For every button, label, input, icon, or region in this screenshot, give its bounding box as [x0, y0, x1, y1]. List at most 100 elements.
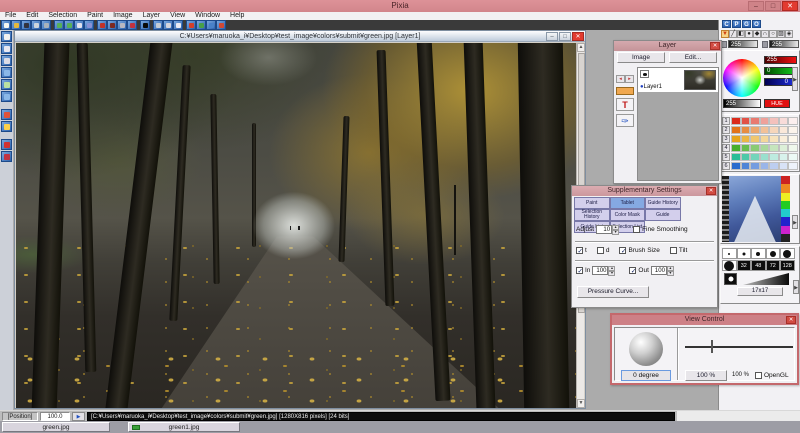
layer-panel-titlebar[interactable]: Layer ✕	[614, 41, 721, 51]
zoom-slider[interactable]	[685, 346, 793, 348]
palette-swatch[interactable]	[769, 135, 779, 143]
scroll-up-arrow[interactable]: ▲	[577, 43, 585, 52]
palette-swatch[interactable]	[741, 162, 751, 170]
pressure-curve-button[interactable]: Pressure Curve...	[577, 286, 649, 298]
in-spinner[interactable]: 100 ▲▼	[592, 266, 615, 275]
pen2-tool-icon[interactable]	[1, 55, 12, 66]
palette-row-button-2[interactable]: 2	[722, 126, 730, 134]
palette-swatch[interactable]	[788, 117, 798, 125]
move-tool-icon[interactable]	[1, 109, 12, 120]
mode-button-g[interactable]: G	[742, 20, 751, 28]
adjust-spinner[interactable]: 10 ▲▼	[596, 225, 619, 234]
layer-panel-close-icon[interactable]: ✕	[710, 42, 720, 50]
tab-paint[interactable]: Paint	[574, 197, 610, 209]
palette-swatch[interactable]	[769, 126, 779, 134]
toolbar-new-file-icon[interactable]	[1, 20, 11, 30]
canvas-close-button[interactable]: ✕	[572, 32, 584, 41]
menu-layer[interactable]: Layer	[138, 12, 166, 20]
palette-swatch[interactable]	[731, 126, 741, 134]
menu-file[interactable]: File	[0, 12, 21, 20]
toolbar-current-color-icon[interactable]	[140, 20, 150, 30]
palette-row-button-3[interactable]: 3	[722, 135, 730, 143]
toolbar-airbrush-icon[interactable]	[127, 20, 137, 30]
palette-swatch[interactable]	[750, 162, 760, 170]
opacity-wedge[interactable]	[743, 273, 789, 285]
brush-size-button[interactable]	[780, 248, 795, 259]
red-slider[interactable]: 255	[764, 56, 797, 64]
palette-swatch[interactable]	[760, 162, 770, 170]
brush-size-button[interactable]	[751, 248, 766, 259]
toolbar-panel-toggle-icon[interactable]	[153, 20, 163, 30]
canvas-image[interactable]	[16, 43, 577, 408]
tab-selection-history[interactable]: Selection History	[574, 209, 610, 221]
rect-tool-icon[interactable]	[1, 91, 12, 102]
navigator-thumbnail[interactable]	[729, 176, 781, 242]
palette-swatch[interactable]	[760, 126, 770, 134]
palette-swatch[interactable]	[750, 144, 760, 152]
fill-tool-icon[interactable]: ▼	[721, 30, 729, 38]
d-checkbox[interactable]: d	[597, 247, 610, 254]
toolbar-layer-tool-icon[interactable]	[163, 20, 173, 30]
toolbar-copy-page-icon[interactable]	[74, 20, 84, 30]
brush-size-button-72[interactable]: 72	[766, 260, 781, 271]
toolbar-scanner-icon[interactable]	[41, 20, 51, 30]
in-spin-arrows[interactable]: ▲▼	[608, 266, 615, 275]
layer-up-button[interactable]: ◂	[616, 75, 625, 83]
palette-swatch[interactable]	[779, 135, 789, 143]
toolbar-red-pin-icon[interactable]	[97, 20, 107, 30]
tab-color-mask[interactable]: Color Mask	[610, 209, 646, 221]
menu-paint[interactable]: Paint	[82, 12, 108, 20]
brush-size-button-128[interactable]: 128	[780, 260, 795, 271]
palette-swatch[interactable]	[769, 117, 779, 125]
palette-row-button-4[interactable]: 4	[722, 144, 730, 152]
arc-tool-icon[interactable]: ∩	[761, 30, 769, 38]
fine-smoothing-checkbox[interactable]: Fine Smoothing	[633, 226, 688, 233]
brush-grid-button[interactable]: 17x17	[737, 287, 783, 296]
toolbar-undo-icon[interactable]	[54, 20, 64, 30]
palette-swatch[interactable]	[731, 144, 741, 152]
tab-guide-history[interactable]: Guide History	[645, 197, 681, 209]
toolbar-monitor-icon[interactable]	[31, 20, 41, 30]
palette-swatch[interactable]	[731, 162, 741, 170]
supplementary-close-icon[interactable]: ✕	[706, 187, 716, 195]
pen-tool-icon[interactable]: ╱	[729, 30, 737, 38]
canvas-minimize-button[interactable]: –	[546, 32, 558, 41]
in-checkbox[interactable]: In	[576, 267, 590, 274]
out-spin-arrows[interactable]: ▲▼	[667, 266, 674, 275]
spin-down-icon[interactable]: ▼	[612, 230, 619, 235]
current-color-swatch[interactable]: HUE	[764, 99, 790, 108]
zoom-button[interactable]: 100 %	[685, 370, 727, 381]
layer-color-swatch[interactable]	[616, 87, 634, 95]
palette-swatch[interactable]	[769, 162, 779, 170]
palette-swatch[interactable]	[731, 135, 741, 143]
pattern-tool-icon[interactable]: ▨	[777, 30, 785, 38]
toolbar-new-page-icon[interactable]	[173, 20, 183, 30]
stamp-tool-button[interactable]: ✑	[616, 114, 634, 127]
document-button-green.jpg[interactable]: green.jpg	[2, 422, 110, 432]
fill-tool-icon[interactable]	[1, 79, 12, 90]
spin-down-icon[interactable]: ▼	[667, 271, 674, 276]
palette-swatch[interactable]	[779, 153, 789, 161]
menu-edit[interactable]: Edit	[21, 12, 43, 20]
select-tool-icon[interactable]	[1, 67, 12, 78]
menu-image[interactable]: Image	[108, 12, 137, 20]
color-expand-arrow[interactable]: ▶	[792, 67, 798, 91]
app-titlebar[interactable]: Pixia – □ ✕	[0, 0, 800, 12]
view-control-close-icon[interactable]: ✕	[786, 316, 796, 324]
toolbar-orange-ball-icon[interactable]	[216, 20, 226, 30]
toolbar-redo-icon[interactable]	[64, 20, 74, 30]
palette-swatch[interactable]	[788, 144, 798, 152]
filmstrip-icon[interactable]	[722, 176, 729, 242]
palette-swatch[interactable]	[769, 144, 779, 152]
layer-visibility-eye-icon[interactable]	[640, 70, 649, 78]
palette-swatch[interactable]	[788, 126, 798, 134]
palette-swatch[interactable]	[750, 135, 760, 143]
palette-swatch[interactable]	[779, 144, 789, 152]
text-tool-button[interactable]: T	[616, 98, 634, 111]
circle-tool-icon[interactable]: ○	[769, 30, 777, 38]
menu-view[interactable]: View	[165, 12, 190, 20]
palette-swatch[interactable]	[760, 135, 770, 143]
mask-tool-icon[interactable]: ◧	[737, 30, 745, 38]
t-checkbox[interactable]: t	[576, 247, 587, 254]
palette-swatch[interactable]	[750, 117, 760, 125]
